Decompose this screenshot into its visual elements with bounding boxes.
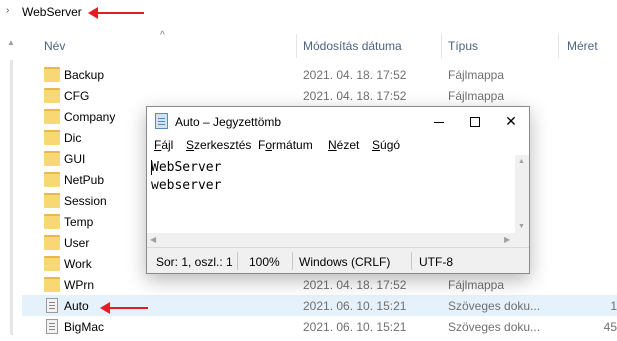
encoding: UTF-8 <box>419 255 453 269</box>
file-name: Company <box>64 110 116 124</box>
scroll-left-icon[interactable]: ◀ <box>150 235 156 244</box>
nav-pane-scrollbar[interactable]: ▲ <box>2 30 20 341</box>
notepad-titlebar[interactable]: Auto – Jegyzettömb ✕ <box>147 107 529 135</box>
file-type: Szöveges doku... <box>448 299 541 313</box>
folder-icon <box>44 235 60 250</box>
file-name: NetPub <box>64 173 105 187</box>
scrollbar-thumb[interactable] <box>10 60 13 335</box>
folder-icon <box>44 172 60 187</box>
column-header-type[interactable]: Típus <box>448 30 478 62</box>
file-date: 2021. 04. 18. 17:52 <box>303 278 407 292</box>
notepad-window[interactable]: Auto – Jegyzettömb ✕ Fájl Szerkesztés Fo… <box>146 106 530 274</box>
folder-icon <box>44 193 60 208</box>
scroll-up-icon[interactable]: ▲ <box>7 38 15 47</box>
editor-content[interactable]: WebServer webserver <box>151 159 221 195</box>
scroll-up-icon[interactable]: ▲ <box>518 158 525 165</box>
folder-icon <box>44 88 60 103</box>
file-type: Szöveges doku... <box>448 320 541 334</box>
annotation-arrow-icon <box>88 7 144 19</box>
file-row[interactable]: BigMac 2021. 06. 10. 15:21 Szöveges doku… <box>22 316 617 337</box>
file-type: Fájlmappa <box>448 89 505 103</box>
column-divider[interactable] <box>558 34 559 58</box>
folder-icon <box>44 67 60 82</box>
file-row[interactable]: CFG 2021. 04. 18. 17:52 Fájlmappa <box>22 85 617 106</box>
file-name: Auto <box>64 299 89 313</box>
line-ending: Windows (CRLF) <box>299 255 391 269</box>
column-divider[interactable] <box>296 34 297 58</box>
menu-bar: Fájl Szerkesztés Formátum Nézet Súgó <box>147 135 529 155</box>
cursor-position: Sor: 1, oszl.: 1 <box>156 255 233 269</box>
folder-icon <box>44 256 60 271</box>
file-name: Work <box>64 257 92 271</box>
text-file-icon <box>46 319 58 334</box>
file-type: Fájlmappa <box>448 278 505 292</box>
text-file-icon <box>46 298 58 313</box>
file-name: Dic <box>64 131 82 145</box>
file-name: Session <box>64 194 107 208</box>
scrollbar-corner <box>515 233 529 247</box>
breadcrumb-item-webserver[interactable]: WebServer <box>22 5 82 19</box>
status-divider <box>411 252 412 270</box>
window-title: Auto – Jegyzettömb <box>175 115 282 129</box>
text-editor-area[interactable]: WebServer webserver ▲ ▼ ◀ ▶ <box>147 155 529 247</box>
scroll-down-icon[interactable]: ▼ <box>518 223 525 230</box>
file-size: 45 <box>603 320 617 334</box>
zoom-level: 100% <box>249 255 280 269</box>
file-name: User <box>64 236 90 250</box>
notepad-app-icon[interactable] <box>155 113 168 129</box>
file-date: 2021. 04. 18. 17:52 <box>303 89 407 103</box>
folder-icon <box>44 109 60 124</box>
file-name: CFG <box>64 89 90 103</box>
file-row-selected[interactable]: Auto 2021. 06. 10. 15:21 Szöveges doku..… <box>22 295 617 316</box>
maximize-icon <box>470 117 480 128</box>
file-row[interactable]: Backup 2021. 04. 18. 17:52 Fájlmappa <box>22 64 617 85</box>
menu-help[interactable]: Súgó <box>372 138 400 152</box>
annotation-arrow-icon <box>100 302 148 314</box>
column-header-size[interactable]: Méret <box>567 30 598 62</box>
file-name: BigMac <box>64 320 105 334</box>
breadcrumb-chevron-icon[interactable]: › <box>6 5 9 16</box>
status-divider <box>292 252 293 270</box>
column-header-row: Név Módosítás dátuma Típus Méret <box>22 30 617 62</box>
folder-icon <box>44 151 60 166</box>
maximize-button[interactable] <box>457 107 493 135</box>
column-header-name[interactable]: Név <box>44 30 65 62</box>
file-name: Backup <box>64 68 105 82</box>
text-caret <box>151 160 152 175</box>
minimize-button[interactable] <box>421 107 457 135</box>
file-name: GUI <box>64 152 86 166</box>
close-button[interactable]: ✕ <box>493 107 529 135</box>
column-header-modified[interactable]: Módosítás dátuma <box>303 30 402 62</box>
folder-icon <box>44 214 60 229</box>
file-date: 2021. 04. 18. 17:52 <box>303 68 407 82</box>
column-divider[interactable] <box>441 34 442 58</box>
file-row[interactable]: WPrn 2021. 04. 18. 17:52 Fájlmappa <box>22 274 617 295</box>
file-date: 2021. 06. 10. 15:21 <box>303 299 407 313</box>
minimize-icon <box>434 121 444 123</box>
horizontal-scrollbar[interactable]: ◀ ▶ <box>147 233 515 247</box>
folder-icon <box>44 277 60 292</box>
status-divider <box>237 252 238 270</box>
file-name: WPrn <box>64 278 94 292</box>
menu-file[interactable]: Fájl <box>154 138 173 152</box>
status-bar: Sor: 1, oszl.: 1 100% Windows (CRLF) UTF… <box>147 247 529 273</box>
folder-icon <box>44 130 60 145</box>
menu-format[interactable]: Formátum <box>258 138 313 152</box>
file-type: Fájlmappa <box>448 68 505 82</box>
menu-edit[interactable]: Szerkesztés <box>186 138 251 152</box>
file-date: 2021. 06. 10. 15:21 <box>303 320 407 334</box>
file-name: Temp <box>64 215 94 229</box>
file-size: 1 <box>610 299 617 313</box>
menu-view[interactable]: Nézet <box>328 138 359 152</box>
scroll-right-icon[interactable]: ▶ <box>504 235 510 244</box>
